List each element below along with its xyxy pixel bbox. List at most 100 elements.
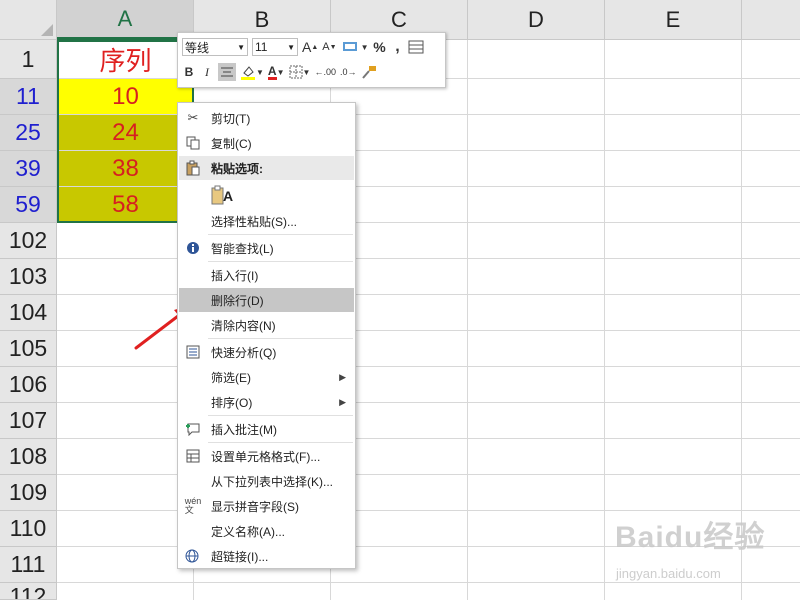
increase-decimal-icon: ←.00 [314, 67, 336, 77]
font-name-value: 等线 [185, 40, 210, 55]
shrink-font-button[interactable]: A ▼ [322, 38, 336, 56]
menu-item-quick-analysis[interactable]: 快速分析(Q) [179, 340, 354, 364]
row-header[interactable]: 109 [0, 475, 57, 511]
row-header[interactable]: 111 [0, 547, 57, 583]
insert-comment-icon [181, 417, 205, 441]
copy-icon [181, 131, 205, 155]
select-all-corner[interactable] [0, 0, 57, 40]
menu-item-copy[interactable]: 复制(C) [179, 131, 354, 155]
menu-item-label: 插入行(I) [211, 268, 259, 283]
row-header[interactable]: 39 [0, 151, 57, 187]
row-header[interactable]: 102 [0, 223, 57, 259]
borders-button[interactable]: ▼ [289, 63, 310, 81]
row-header[interactable]: 106 [0, 367, 57, 403]
menu-item-label: 超链接(I)... [211, 549, 269, 564]
cell-a11[interactable]: 10 [57, 79, 194, 114]
decrease-decimal-button[interactable]: .0→ [340, 63, 357, 81]
hyperlink-icon [181, 544, 205, 568]
menu-item-phonetic[interactable]: wén 文 显示拼音字段(S) [179, 494, 354, 518]
percent-button[interactable]: % [372, 38, 386, 56]
paste-option-button[interactable]: A [179, 183, 354, 209]
cell-a25[interactable]: 24 [57, 115, 194, 150]
menu-item-label: 排序(O) [211, 395, 253, 410]
menu-item-label: 定义名称(A)... [211, 524, 285, 539]
bold-button[interactable]: B [182, 63, 196, 81]
menu-item-label: 插入批注(M) [211, 422, 277, 437]
fill-bucket-icon [241, 66, 255, 80]
cell-a59[interactable]: 58 [57, 187, 194, 222]
menu-item-delete-row[interactable]: 删除行(D) [179, 288, 354, 312]
row-header[interactable]: 110 [0, 511, 57, 547]
font-color-button[interactable]: A ▼ [267, 63, 285, 81]
menu-item-label: 快速分析(Q) [211, 345, 277, 360]
menu-item-format-cells[interactable]: 设置单元格格式(F)... [179, 444, 354, 468]
spreadsheet: A B C D E 1 11 25 39 59 102 103 104 105 … [0, 0, 800, 600]
font-size-combo[interactable]: 11 ▼ [252, 38, 298, 56]
column-header-d[interactable]: D [468, 0, 605, 40]
center-align-button[interactable] [218, 63, 236, 81]
fill-color-button[interactable]: ▼ [240, 63, 264, 81]
menu-item-label: 删除行(D) [211, 293, 264, 308]
menu-item-label: 显示拼音字段(S) [211, 499, 299, 514]
row-header[interactable]: 1 [0, 40, 57, 79]
font-size-value: 11 [255, 40, 268, 54]
italic-button[interactable]: I [200, 63, 214, 81]
chevron-down-icon: ▼ [276, 67, 285, 77]
chevron-down-icon: ▼ [256, 67, 264, 77]
menu-item-label: 设置单元格格式(F)... [211, 449, 321, 464]
menu-item-label: 筛选(E) [211, 370, 251, 385]
watermark-logo: Baidu经验 [615, 521, 766, 554]
menu-item-label: 剪切(T) [211, 111, 251, 126]
row-header[interactable]: 108 [0, 439, 57, 475]
row-header[interactable]: 103 [0, 259, 57, 295]
submenu-arrow-icon: ▶ [339, 396, 346, 407]
menu-item-insert-comment[interactable]: 插入批注(M) [179, 417, 354, 441]
menu-item-cut[interactable]: ✂ 剪切(T) [179, 106, 354, 130]
cell-a1[interactable]: 序列 [57, 41, 194, 78]
font-color-letter: A [267, 63, 277, 80]
menu-item-sort[interactable]: 排序(O) ▶ [179, 390, 354, 414]
row-header[interactable]: 25 [0, 115, 57, 151]
chevron-down-icon: ▼ [237, 42, 245, 52]
format-table-button[interactable] [408, 38, 424, 56]
menu-item-insert-row[interactable]: 插入行(I) [179, 263, 354, 287]
format-painter-button[interactable] [360, 63, 378, 81]
context-menu: ✂ 剪切(T) 复制(C) 粘贴选项: A 选择性粘贴(S)... 智能查找(L… [177, 102, 356, 569]
smart-lookup-icon [181, 236, 205, 260]
menu-item-define-name[interactable]: 定义名称(A)... [179, 519, 354, 543]
cell-a39[interactable]: 38 [57, 151, 194, 186]
phonetic-icon: wén 文 [184, 496, 202, 515]
borders-icon [289, 65, 303, 79]
scissors-icon: ✂ [187, 110, 199, 125]
row-header[interactable]: 59 [0, 187, 57, 223]
grow-font-button[interactable]: A ▲ [302, 38, 318, 56]
comma-button[interactable]: , [390, 38, 404, 56]
quick-analysis-icon [181, 340, 205, 364]
paste-option-letter: A [223, 188, 234, 204]
menu-item-filter[interactable]: 筛选(E) ▶ [179, 365, 354, 389]
row-header[interactable]: 11 [0, 79, 57, 115]
column-header-f[interactable] [742, 0, 800, 40]
increase-decimal-button[interactable]: ←.00 [314, 63, 336, 81]
row-header[interactable]: 112 [0, 583, 57, 600]
menu-item-pick-from-list[interactable]: 从下拉列表中选择(K)... [179, 469, 354, 493]
row-header[interactable]: 104 [0, 295, 57, 331]
chevron-down-icon: ▼ [287, 42, 295, 52]
currency-icon [342, 42, 357, 51]
accounting-format-button[interactable]: ▼ [341, 38, 368, 56]
menu-item-label: 智能查找(L) [211, 241, 274, 256]
menu-item-label: 选择性粘贴(S)... [211, 214, 297, 229]
column-header-e[interactable]: E [605, 0, 742, 40]
menu-item-hyperlink[interactable]: 超链接(I)... [179, 544, 354, 568]
column-header-a[interactable]: A [57, 0, 194, 40]
paste-options-header: 粘贴选项: [179, 156, 354, 180]
row-header[interactable]: 107 [0, 403, 57, 439]
font-name-combo[interactable]: 等线 ▼ [182, 38, 248, 56]
menu-item-clear-contents[interactable]: 清除内容(N) [179, 313, 354, 337]
align-center-icon [221, 67, 233, 77]
row-header[interactable]: 105 [0, 331, 57, 367]
paintbrush-icon [362, 66, 377, 79]
menu-item-label: 从下拉列表中选择(K)... [211, 474, 333, 489]
menu-item-paste-special[interactable]: 选择性粘贴(S)... [179, 209, 354, 233]
menu-item-smart-lookup[interactable]: 智能查找(L) [179, 236, 354, 260]
